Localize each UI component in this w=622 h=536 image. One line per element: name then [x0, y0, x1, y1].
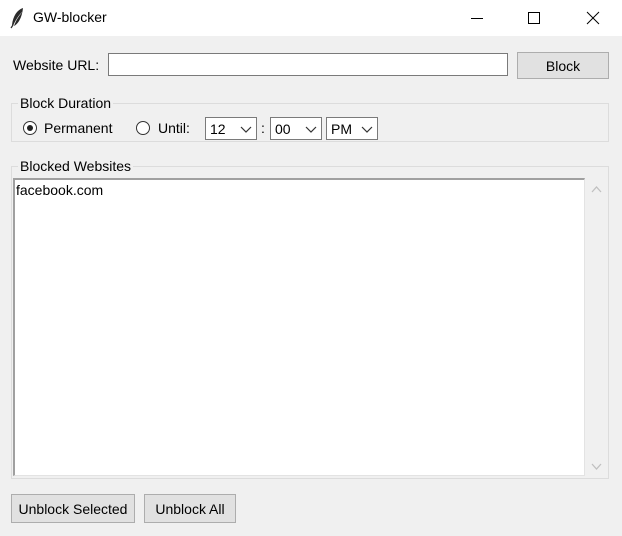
feather-icon [10, 8, 23, 29]
unblock-selected-button[interactable]: Unblock Selected [11, 494, 135, 523]
close-icon [586, 11, 600, 25]
minimize-button[interactable] [448, 0, 506, 36]
unblock-all-button[interactable]: Unblock All [144, 494, 236, 523]
minute-select[interactable]: 00 [270, 117, 322, 140]
block-button[interactable]: Block [517, 52, 609, 79]
blocked-websites-title: Blocked Websites [18, 158, 134, 174]
ampm-value: PM [331, 121, 352, 137]
website-url-label: Website URL: [13, 57, 100, 73]
scroll-up-icon[interactable] [591, 184, 602, 195]
close-button[interactable] [564, 0, 622, 36]
maximize-button[interactable] [505, 0, 563, 36]
maximize-icon [528, 12, 540, 24]
chevron-down-icon [361, 126, 373, 133]
scroll-down-icon[interactable] [591, 461, 602, 472]
hour-select[interactable]: 12 [205, 117, 257, 140]
vertical-scrollbar[interactable] [586, 178, 607, 476]
until-label[interactable]: Until: [158, 120, 190, 136]
minute-value: 00 [275, 121, 291, 137]
time-separator: : [261, 120, 265, 136]
title-bar: GW-blocker [0, 0, 622, 36]
window-title: GW-blocker [33, 9, 107, 25]
hour-value: 12 [210, 121, 226, 137]
chevron-down-icon [305, 126, 317, 133]
radio-selected-dot [27, 125, 33, 131]
permanent-radio[interactable] [23, 121, 37, 135]
block-duration-title: Block Duration [18, 95, 114, 111]
ampm-select[interactable]: PM [326, 117, 378, 140]
minimize-icon [471, 18, 483, 19]
until-radio[interactable] [136, 121, 150, 135]
permanent-label[interactable]: Permanent [44, 120, 112, 136]
blocked-websites-list[interactable]: facebook.com [13, 178, 585, 476]
list-item[interactable]: facebook.com [16, 182, 103, 198]
chevron-down-icon [240, 126, 252, 133]
website-url-input[interactable] [108, 53, 508, 76]
